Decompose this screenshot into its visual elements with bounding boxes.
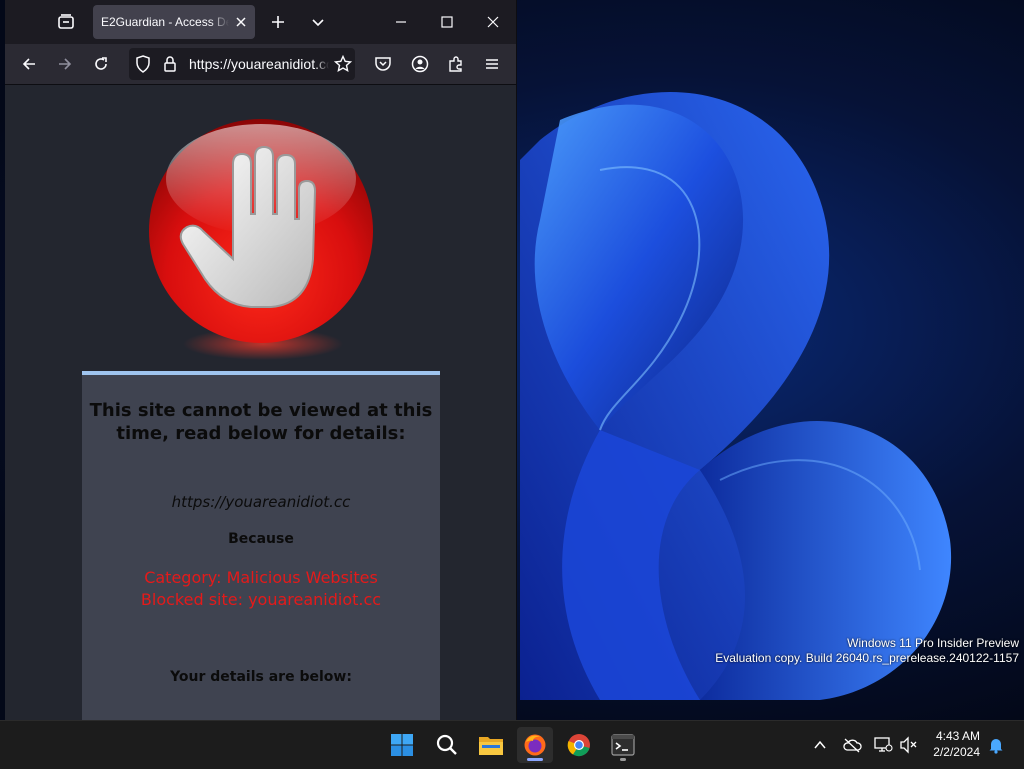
- block-message-box: This site cannot be viewed at this time,…: [82, 371, 440, 720]
- page-content: This site cannot be viewed at this time,…: [5, 85, 516, 720]
- maximize-icon[interactable]: [437, 12, 457, 32]
- volume-muted-icon[interactable]: [899, 735, 919, 755]
- windows-watermark: Windows 11 Pro Insider Preview Evaluatio…: [715, 636, 1019, 666]
- minimize-icon[interactable]: [391, 12, 411, 32]
- blocked-url: https://youareanidiot.cc: [171, 493, 351, 511]
- bookmark-star-icon[interactable]: [334, 55, 352, 73]
- onedrive-icon[interactable]: [842, 735, 862, 755]
- firefox-window: E2Guardian - Access Denied: [5, 0, 517, 720]
- because-label: Because: [228, 531, 294, 547]
- firefox-icon[interactable]: [517, 727, 553, 763]
- shield-icon[interactable]: [135, 55, 151, 73]
- notification-bell-icon[interactable]: [986, 735, 1006, 755]
- stop-hand-icon: [149, 119, 373, 360]
- details-heading: Your details are below:: [170, 669, 352, 685]
- navigation-toolbar: https://youareanidiot.cc: [5, 44, 516, 85]
- start-icon[interactable]: [384, 727, 420, 763]
- lock-icon[interactable]: [163, 55, 177, 73]
- tab-overflow-icon[interactable]: [308, 12, 328, 32]
- account-icon[interactable]: [410, 54, 430, 74]
- clock[interactable]: 4:43 AM 2/2/2024: [933, 728, 980, 760]
- blocked-site: Blocked site: youareanidiot.cc: [140, 590, 382, 609]
- search-icon[interactable]: [429, 727, 465, 763]
- clock-time: 4:43 AM: [935, 729, 980, 743]
- watermark-edition: Windows 11 Pro Insider Preview: [847, 636, 1019, 650]
- tab-title: E2Guardian - Access Denied: [101, 15, 229, 29]
- tab-list-icon[interactable]: [56, 12, 76, 32]
- pocket-icon[interactable]: [373, 54, 393, 74]
- menu-icon[interactable]: [482, 54, 502, 74]
- reload-icon[interactable]: [91, 54, 111, 74]
- block-heading: This site cannot be viewed at this time,…: [89, 400, 433, 444]
- close-tab-icon[interactable]: [235, 16, 247, 28]
- watermark-build: Evaluation copy. Build 26040.rs_prerelea…: [715, 651, 1019, 665]
- clock-date: 2/2/2024: [933, 745, 980, 759]
- network-icon[interactable]: [873, 735, 893, 755]
- url-text[interactable]: https://youareanidiot.cc: [189, 56, 329, 72]
- close-window-icon[interactable]: [483, 12, 503, 32]
- chevron-up-icon[interactable]: [810, 735, 830, 755]
- tab-bar: E2Guardian - Access Denied: [5, 0, 516, 44]
- tab-active[interactable]: E2Guardian - Access Denied: [93, 5, 255, 39]
- firefox-running-indicator: [527, 758, 543, 761]
- url-bar[interactable]: https://youareanidiot.cc: [129, 48, 355, 80]
- forward-icon[interactable]: [55, 54, 75, 74]
- taskbar: 4:43 AM 2/2/2024: [0, 720, 1024, 769]
- extensions-icon[interactable]: [446, 54, 466, 74]
- block-category: Category: Malicious Websites: [144, 568, 378, 587]
- new-tab-icon[interactable]: [268, 12, 288, 32]
- terminal-icon[interactable]: [605, 727, 641, 763]
- back-icon[interactable]: [19, 54, 39, 74]
- terminal-running-indicator: [620, 758, 626, 761]
- chrome-icon[interactable]: [561, 727, 597, 763]
- file-explorer-icon[interactable]: [473, 727, 509, 763]
